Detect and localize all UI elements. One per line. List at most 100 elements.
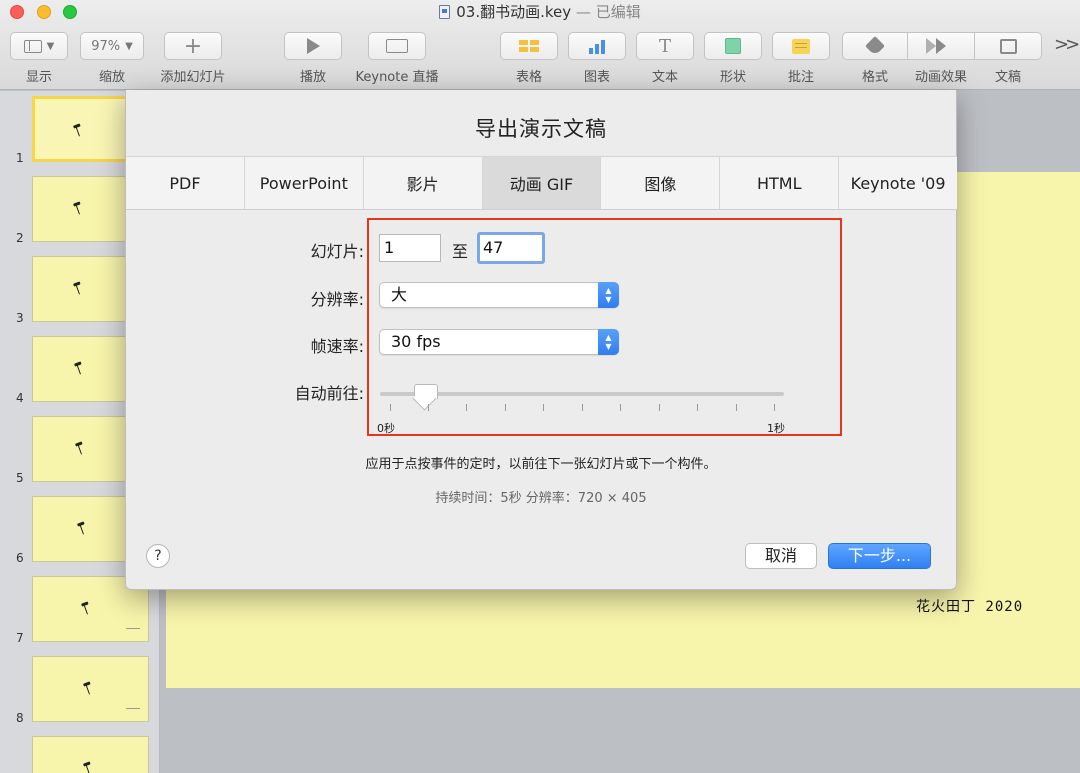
tab-html[interactable]: HTML xyxy=(720,157,840,209)
table-button[interactable] xyxy=(500,32,558,60)
slide-number: 5 xyxy=(16,471,24,485)
resolution-value: 大 xyxy=(391,285,408,304)
shape-icon xyxy=(725,38,741,54)
slide-thumbnail-8[interactable] xyxy=(32,656,149,722)
tab-images[interactable]: 图像 xyxy=(601,157,721,209)
stick-figure-icon xyxy=(83,601,97,615)
slider-tick xyxy=(697,404,698,411)
chart-button[interactable] xyxy=(568,32,626,60)
export-info-text: 持续时间：5秒 分辨率：720 × 405 xyxy=(435,491,647,506)
slide-number: 4 xyxy=(16,391,24,405)
slide-number: 3 xyxy=(16,311,24,325)
sidebar-icon xyxy=(23,39,42,53)
slide-signature: 花火田丁 2020 xyxy=(916,599,1024,615)
text-button[interactable]: T xyxy=(636,32,694,60)
tab-powerpoint[interactable]: PowerPoint xyxy=(245,157,364,209)
comment-button[interactable] xyxy=(772,32,830,60)
slides-from-field[interactable]: 1 xyxy=(379,234,441,262)
document-label: 文稿 xyxy=(994,70,1021,85)
slides-to-field[interactable]: 47 xyxy=(477,232,545,264)
framerate-select[interactable]: 30 fps ▲ ▼ xyxy=(379,329,619,355)
auto-advance-label: 自动前往: xyxy=(294,384,364,403)
view-button[interactable]: ▼ xyxy=(10,32,68,60)
format-label: 格式 xyxy=(861,70,888,85)
slider-tick xyxy=(620,404,621,411)
plus-icon: + xyxy=(183,33,203,59)
auto-advance-help-text: 应用于点按事件的定时，以前往下一张幻灯片或下一个构件。 xyxy=(365,457,717,472)
play-label: 播放 xyxy=(299,70,326,85)
auto-advance-slider[interactable] xyxy=(380,392,784,396)
thumbnail-signature xyxy=(126,628,140,629)
document-button[interactable] xyxy=(974,32,1042,60)
slides-to-label: 至 xyxy=(452,242,469,261)
slider-tick xyxy=(582,404,583,411)
stick-figure-icon xyxy=(76,361,90,375)
keynote-document-icon xyxy=(439,5,451,19)
paintbrush-icon xyxy=(865,36,885,56)
comment-icon xyxy=(792,38,810,54)
next-button[interactable]: 下一步... xyxy=(828,543,931,569)
slider-tick xyxy=(543,404,544,411)
framerate-value: 30 fps xyxy=(391,332,441,351)
slide-number: 6 xyxy=(16,551,24,565)
view-label: 显示 xyxy=(25,70,52,85)
framerate-label: 帧速率: xyxy=(310,337,364,356)
chart-label: 图表 xyxy=(583,70,610,85)
resolution-select[interactable]: 大 ▲ ▼ xyxy=(379,282,619,308)
stick-figure-icon xyxy=(85,681,99,695)
zoom-label: 缩放 xyxy=(98,70,125,85)
add-slide-button[interactable]: + xyxy=(164,32,222,60)
play-icon xyxy=(306,38,320,54)
comment-label: 批注 xyxy=(787,70,814,85)
slide-number: 2 xyxy=(16,231,24,245)
text-icon: T xyxy=(658,35,671,57)
tab-animated-gif[interactable]: 动画 GIF xyxy=(482,157,602,209)
stick-figure-icon xyxy=(75,123,89,137)
keynote-live-button[interactable] xyxy=(368,32,426,60)
slides-label: 幻灯片: xyxy=(310,242,364,261)
animate-label: 动画效果 xyxy=(914,70,967,85)
table-icon xyxy=(519,40,539,52)
slide-number: 7 xyxy=(16,631,24,645)
export-format-tabs: PDF PowerPoint 影片 动画 GIF 图像 HTML Keynote… xyxy=(126,156,957,210)
shape-label: 形状 xyxy=(719,70,746,85)
slider-tick xyxy=(428,404,429,411)
slider-tick xyxy=(505,404,506,411)
help-button[interactable]: ? xyxy=(146,544,170,568)
tab-keynote-09[interactable]: Keynote '09 xyxy=(839,157,957,209)
export-dialog: 导出演示文稿 PDF PowerPoint 影片 动画 GIF 图像 HTML … xyxy=(125,90,957,590)
slider-tick xyxy=(774,404,775,411)
zoom-value: 97% xyxy=(91,38,121,54)
window-title: 03.翻书动画.key — 已编辑 xyxy=(0,2,1080,22)
auto-advance-slider-knob[interactable] xyxy=(414,384,439,410)
add-slide-label: 添加幻灯片 xyxy=(160,70,226,85)
chevron-down-icon: ▼ xyxy=(125,40,133,52)
animate-button[interactable] xyxy=(907,32,975,60)
zoom-dropdown[interactable]: 97% ▼ xyxy=(80,32,144,60)
tab-pdf[interactable]: PDF xyxy=(126,157,245,209)
format-button[interactable] xyxy=(842,32,908,60)
toolbar-overflow-icon[interactable]: >> xyxy=(1054,34,1080,55)
stick-figure-icon xyxy=(79,521,93,535)
document-icon xyxy=(999,38,1017,54)
slider-max-label: 1秒 xyxy=(767,422,785,435)
stick-figure-icon xyxy=(85,761,99,773)
chevron-updown-icon: ▲ ▼ xyxy=(598,282,619,308)
chart-icon xyxy=(589,38,605,54)
slider-min-label: 0秒 xyxy=(377,422,395,435)
text-label: 文本 xyxy=(651,70,678,85)
animate-icon xyxy=(926,38,946,54)
chevron-updown-icon: ▲ ▼ xyxy=(598,329,619,355)
stick-figure-icon xyxy=(75,201,89,215)
shape-button[interactable] xyxy=(704,32,762,60)
keynote-live-label: Keynote 直播 xyxy=(355,70,439,85)
slider-tick xyxy=(466,404,467,411)
play-button[interactable] xyxy=(284,32,342,60)
tab-movie[interactable]: 影片 xyxy=(364,157,483,209)
slider-tick xyxy=(659,404,660,411)
chevron-down-icon: ▼ xyxy=(46,40,55,52)
table-label: 表格 xyxy=(515,70,542,85)
slider-tick xyxy=(390,404,391,411)
cancel-button[interactable]: 取消 xyxy=(745,543,817,569)
slide-thumbnail-9[interactable] xyxy=(32,736,149,773)
